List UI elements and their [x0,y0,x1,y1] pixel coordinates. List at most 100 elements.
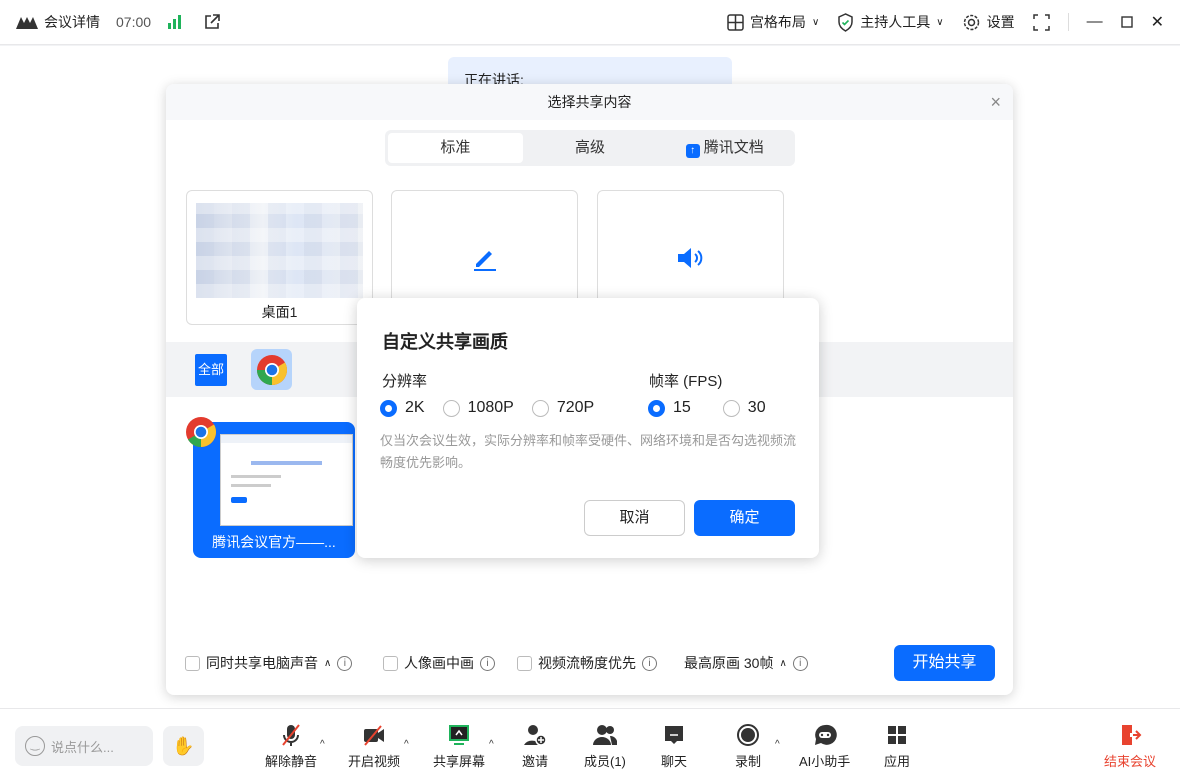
fps-15-radio[interactable]: 15 [648,399,691,417]
desktop-thumbnail [196,203,363,298]
apps-button[interactable]: 应用 [884,723,910,770]
window-title: 腾讯会议官方——... [212,534,336,550]
pip-checkbox[interactable] [383,655,398,671]
resolution-720p-radio[interactable]: 720P [531,399,595,417]
start-video-button[interactable]: 开启视频 [348,723,400,770]
confirm-button[interactable]: 确定 [694,500,795,536]
invite-button[interactable]: 邀请 [522,723,548,770]
chevron-down-icon: ∨ [811,16,820,28]
radio-indicator [442,399,460,417]
record-button[interactable]: 录制 [735,723,761,770]
fluency-checkbox[interactable] [517,655,532,671]
fps-30-radio[interactable]: 30 [722,399,766,417]
radio-indicator [648,399,665,417]
option-label: 同时共享电脑声音 [206,655,318,671]
ai-assistant-button[interactable]: AI小助手 [799,723,850,770]
popup-title: 自定义共享画质 [382,332,508,352]
chevron-up-icon[interactable]: ∧ [324,658,331,669]
layout-label: 宫格布局 [749,14,806,30]
chat-icon [665,726,683,744]
record-icon [737,724,759,746]
popup-note: 仅当次会议生效，实际分辨率和帧率受硬件、网络环境和是否勾选视频流畅度优先影响。 [380,433,797,470]
resolution-1080p-radio[interactable]: 1080P [442,399,514,417]
chevron-up-icon[interactable]: ^ [320,739,325,750]
info-icon[interactable]: i [480,655,495,671]
toolbar-label: 录制 [735,754,762,769]
chevron-up-icon[interactable]: ∧ [779,658,786,669]
settings-label: 设置 [986,14,1015,30]
minimize-button[interactable]: — [1087,13,1103,31]
quality-selector[interactable]: 最高原画 30帧 ∧ i [684,653,808,673]
host-tools-label: 主持人工具 [860,14,931,30]
settings-button[interactable]: 设置 [962,12,1015,32]
pip-option[interactable]: 人像画中画 i [383,653,495,673]
tab-advanced[interactable]: 高级 [523,133,658,163]
members-button[interactable]: 成员(1) [584,723,626,770]
maximize-button[interactable] [1120,16,1133,28]
camera-off-icon [364,725,384,746]
start-share-button[interactable]: 开始共享 [894,645,995,681]
apps-icon [888,726,906,744]
title-bar: 会议详情 07:00 宫格布局 ∨ 主持人工具 ∨ 设置 — ✕ [0,0,1180,45]
filter-chrome-button[interactable] [251,349,292,390]
chevron-up-icon[interactable]: ^ [404,739,409,750]
chrome-icon [186,417,217,447]
chevron-up-icon[interactable]: ^ [489,739,494,750]
meeting-toolbar: ‿ 说点什么... ✋ 解除静音 ^ 开启视频 ^ 共享屏幕 ^ 邀请 成员(1)… [0,708,1180,781]
fullscreen-icon[interactable] [1032,13,1050,31]
radio-label: 30 [747,399,766,416]
desktop-label: 桌面1 [261,304,298,320]
toolbar-label: 共享屏幕 [433,754,486,769]
filter-all-button[interactable]: 全部 [195,354,227,386]
tab-tencent-docs[interactable]: ↑ 腾讯文档 [657,133,792,163]
quality-label: 最高原画 30帧 [684,655,774,671]
end-meeting-button[interactable]: 结束会议 [1104,723,1156,770]
chevron-up-icon[interactable]: ^ [775,739,780,750]
close-window-button[interactable]: ✕ [1151,12,1164,32]
dialog-title: 选择共享内容 [547,94,632,110]
chat-input[interactable]: ‿ 说点什么... [15,726,153,766]
cancel-button[interactable]: 取消 [584,500,685,536]
resolution-2k-radio[interactable]: 2K [380,399,425,417]
option-label: 人像画中画 [404,655,474,671]
external-link-icon[interactable] [203,13,221,31]
toolbar-label: 解除静音 [265,754,318,769]
info-icon[interactable]: i [792,655,808,671]
gear-icon [963,14,979,30]
close-dialog-button[interactable]: × [990,84,1001,120]
fluency-option[interactable]: 视频流畅度优先 i [517,653,657,673]
chat-button[interactable]: 聊天 [661,723,687,770]
tencent-docs-icon: ↑ [685,144,700,158]
raise-hand-button[interactable]: ✋ [163,726,204,766]
info-icon[interactable]: i [337,655,353,671]
add-user-icon [524,725,547,746]
share-screen-button[interactable]: 共享屏幕 [433,723,485,770]
exit-icon [1122,725,1142,745]
window-card-chrome[interactable]: 腾讯会议官方——... [186,417,355,558]
ai-assistant-icon [814,724,837,745]
radio-label: 720P [556,399,595,416]
share-audio-checkbox[interactable] [185,655,200,671]
meeting-details-label: 会议详情 [44,14,100,30]
toolbar-label: 聊天 [661,754,688,769]
option-label: 视频流畅度优先 [538,655,636,671]
signal-icon [168,15,182,29]
share-mode-tabs: 标准 高级 ↑ 腾讯文档 [385,130,795,166]
tab-label: 腾讯文档 [703,139,764,156]
toolbar-label: 成员(1) [584,754,626,769]
mic-muted-icon [282,724,300,746]
toolbar-label: 邀请 [522,754,549,769]
tab-standard[interactable]: 标准 [388,133,523,163]
host-tools-button[interactable]: 主持人工具 ∨ [837,12,944,32]
share-audio-option[interactable]: 同时共享电脑声音 ∧ i [185,653,353,673]
meeting-details-button[interactable]: 会议详情 [16,12,100,32]
desktop-card[interactable]: 桌面1 [186,190,373,325]
layout-button[interactable]: 宫格布局 ∨ [727,12,819,32]
share-screen-icon [449,725,469,745]
emoji-icon[interactable]: ‿ [25,736,45,756]
custom-quality-popup: 自定义共享画质 分辨率 帧率 (FPS) 2K 1080P 720P 15 30… [357,298,819,558]
toolbar-label: 应用 [884,754,911,769]
info-icon[interactable]: i [642,655,657,671]
unmute-button[interactable]: 解除静音 [265,723,317,770]
radio-indicator [380,399,397,417]
